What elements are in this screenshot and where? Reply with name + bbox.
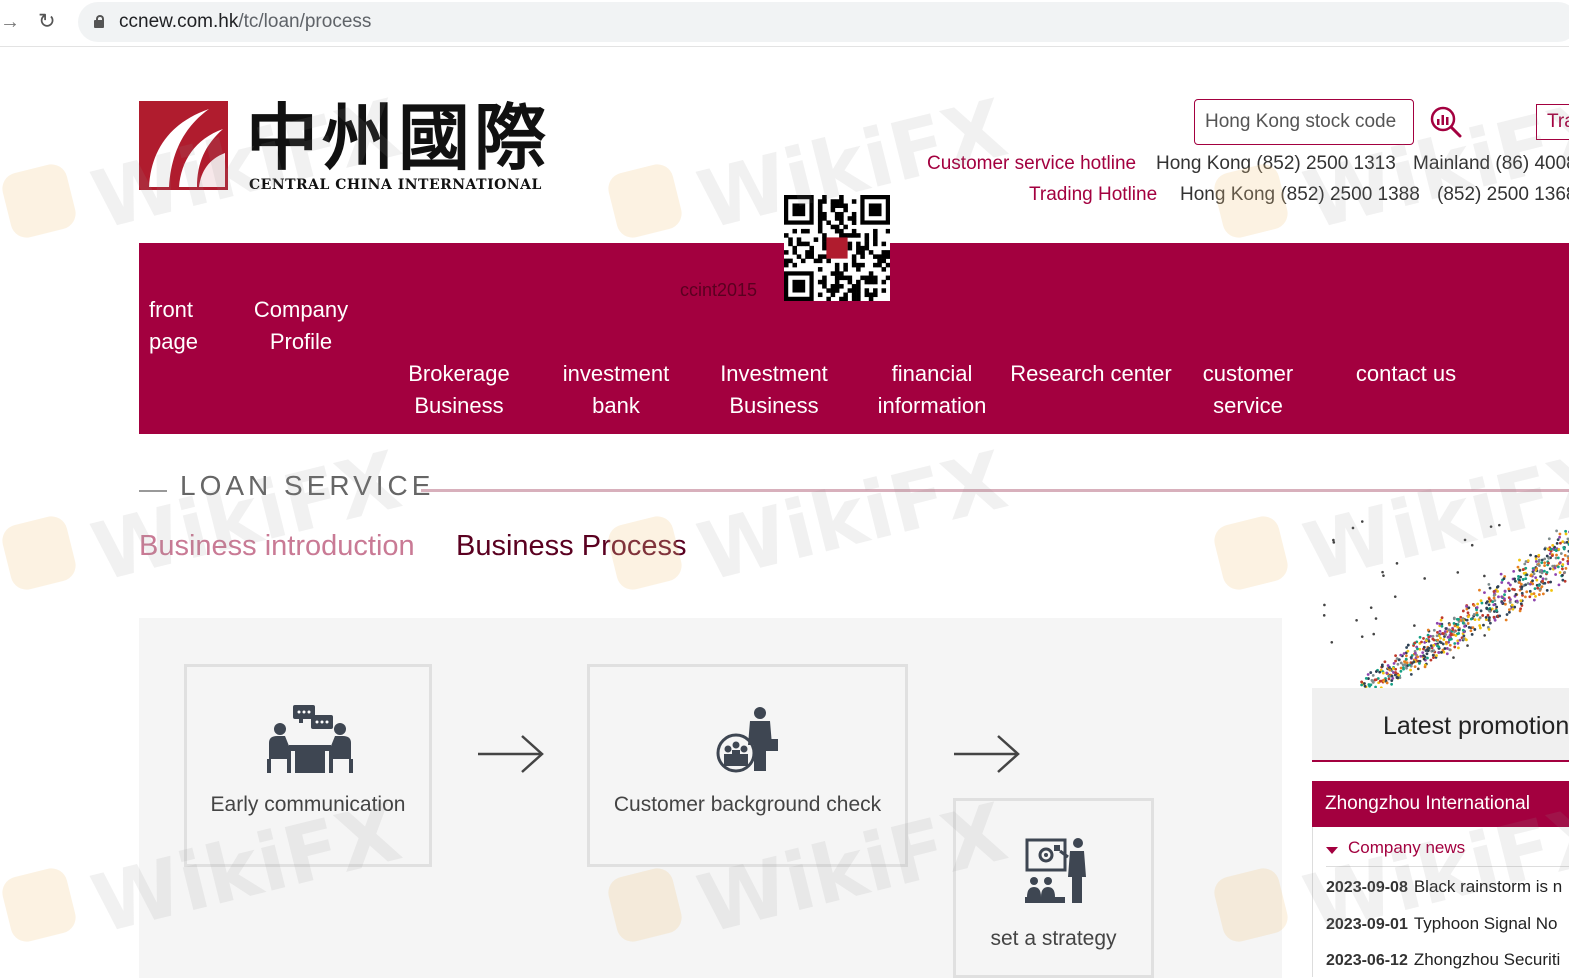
- arrow-right-icon: [476, 734, 546, 774]
- company-logo-mark[interactable]: [139, 101, 228, 190]
- news-date: 2023-06-12: [1326, 952, 1408, 969]
- watermark-logo-icon: [0, 161, 79, 241]
- news-title: Typhoon Signal No: [1414, 914, 1558, 933]
- news-item[interactable]: 2023-09-08 Black rainstorm is n: [1326, 877, 1562, 897]
- watermark-logo-icon: [0, 865, 79, 945]
- nav-contact-us[interactable]: contact us: [1348, 358, 1464, 390]
- forward-arrow-icon[interactable]: →: [0, 10, 20, 34]
- url-host: ccnew.com.hk: [119, 11, 238, 32]
- trading-hotline-2: (852) 2500 1368: [1437, 184, 1569, 206]
- step-early-communication: Early communication: [184, 664, 432, 867]
- nav-investment-business-line2: Business: [712, 390, 836, 422]
- nav-financial-information-line2: information: [866, 390, 998, 422]
- arrow-right-icon: [952, 734, 1022, 774]
- nav-brokerage-line2: Business: [398, 390, 520, 422]
- logo-chinese-name[interactable]: 中州國際: [246, 98, 550, 178]
- caret-down-icon[interactable]: [1326, 847, 1338, 854]
- news-date: 2023-09-08: [1326, 879, 1408, 896]
- news-date: 2023-09-01: [1326, 916, 1408, 933]
- section-title-line-right: [421, 489, 1569, 492]
- nav-front-page-line2: page: [149, 326, 211, 358]
- zhongzhou-international-label: Zhongzhou International: [1325, 793, 1530, 815]
- meeting-icon: [265, 703, 355, 775]
- nav-customer-service-line1: customer: [1192, 358, 1304, 390]
- wechat-qr-code: [784, 195, 890, 301]
- nav-financial-information-line1: financial: [866, 358, 998, 390]
- trade-button[interactable]: Tra: [1536, 104, 1569, 140]
- news-title: Zhongzhou Securiti: [1414, 950, 1560, 969]
- tab-business-introduction[interactable]: Business introduction: [139, 530, 415, 563]
- news-title: Black rainstorm is n: [1414, 877, 1562, 896]
- background-check-icon: [716, 705, 782, 775]
- customer-hotline-label: Customer service hotline: [927, 153, 1136, 175]
- stock-code-search-input[interactable]: [1194, 99, 1414, 145]
- nav-investment-bank-line2: bank: [556, 390, 676, 422]
- qr-code-label: ccint2015: [680, 280, 757, 301]
- tab-business-process[interactable]: Business Process: [456, 530, 687, 563]
- watermark-logo-icon: [0, 513, 79, 593]
- step-label: Customer background check: [590, 793, 905, 817]
- watermark: WikiFX: [83, 434, 409, 600]
- trading-hotline-hk: Hong Kong (852) 2500 1388: [1180, 184, 1420, 206]
- news-item[interactable]: 2023-06-12 Zhongzhou Securiti: [1326, 950, 1560, 970]
- strategy-icon: [1024, 837, 1088, 907]
- customer-hotline-hk: Hong Kong (852) 2500 1313: [1156, 153, 1396, 175]
- logo-swoosh-icon: [139, 101, 228, 190]
- step-set-a-strategy: set a strategy: [953, 798, 1154, 978]
- search-chart-icon[interactable]: [1428, 104, 1464, 140]
- lock-icon: [94, 15, 104, 27]
- latest-promotion-title[interactable]: Latest promotion: [1383, 712, 1569, 741]
- nav-customer-service-line2: service: [1192, 390, 1304, 422]
- nav-brokerage-business[interactable]: Brokerage Business: [398, 358, 520, 422]
- customer-hotline-mainland: Mainland (86) 4008: [1413, 153, 1569, 175]
- nav-company-profile[interactable]: Company Profile: [246, 294, 356, 358]
- step-label: Early communication: [187, 793, 429, 817]
- nav-investment-bank[interactable]: investment bank: [556, 358, 676, 422]
- nav-investment-business-line1: Investment: [712, 358, 836, 390]
- step-customer-background-check: Customer background check: [587, 664, 908, 867]
- promotion-banner-image[interactable]: [1312, 500, 1569, 690]
- trading-hotline-label: Trading Hotline: [1029, 184, 1157, 206]
- logo-english-name[interactable]: CENTRAL CHINA INTERNATIONAL: [249, 177, 542, 193]
- company-news-toggle[interactable]: Company news: [1348, 838, 1465, 858]
- section-title: LOAN SERVICE: [180, 470, 434, 502]
- nav-research-center[interactable]: Research center: [1006, 358, 1176, 390]
- watermark-logo-icon: [1211, 513, 1291, 593]
- nav-investment-business[interactable]: Investment Business: [712, 358, 836, 422]
- nav-company-profile-line1: Company: [246, 294, 356, 326]
- nav-customer-service[interactable]: customer service: [1192, 358, 1304, 422]
- company-news-divider: [1326, 866, 1569, 867]
- step-label: set a strategy: [956, 927, 1151, 951]
- watermark-logo-icon: [605, 161, 685, 241]
- nav-front-page-line1: front: [149, 294, 211, 326]
- nav-front-page[interactable]: front page: [149, 294, 211, 358]
- news-item[interactable]: 2023-09-01 Typhoon Signal No: [1326, 914, 1558, 934]
- section-title-line-left: [139, 490, 167, 492]
- nav-company-profile-line2: Profile: [246, 326, 356, 358]
- watermark: WikiFX: [689, 434, 1015, 600]
- nav-brokerage-line1: Brokerage: [398, 358, 520, 390]
- nav-investment-bank-line1: investment: [556, 358, 676, 390]
- nav-financial-information[interactable]: financial information: [866, 358, 998, 422]
- url-path: /tc/loan/process: [238, 11, 371, 32]
- reload-icon[interactable]: ↻: [38, 9, 62, 35]
- url-text[interactable]: ccnew.com.hk/tc/loan/process: [119, 11, 371, 33]
